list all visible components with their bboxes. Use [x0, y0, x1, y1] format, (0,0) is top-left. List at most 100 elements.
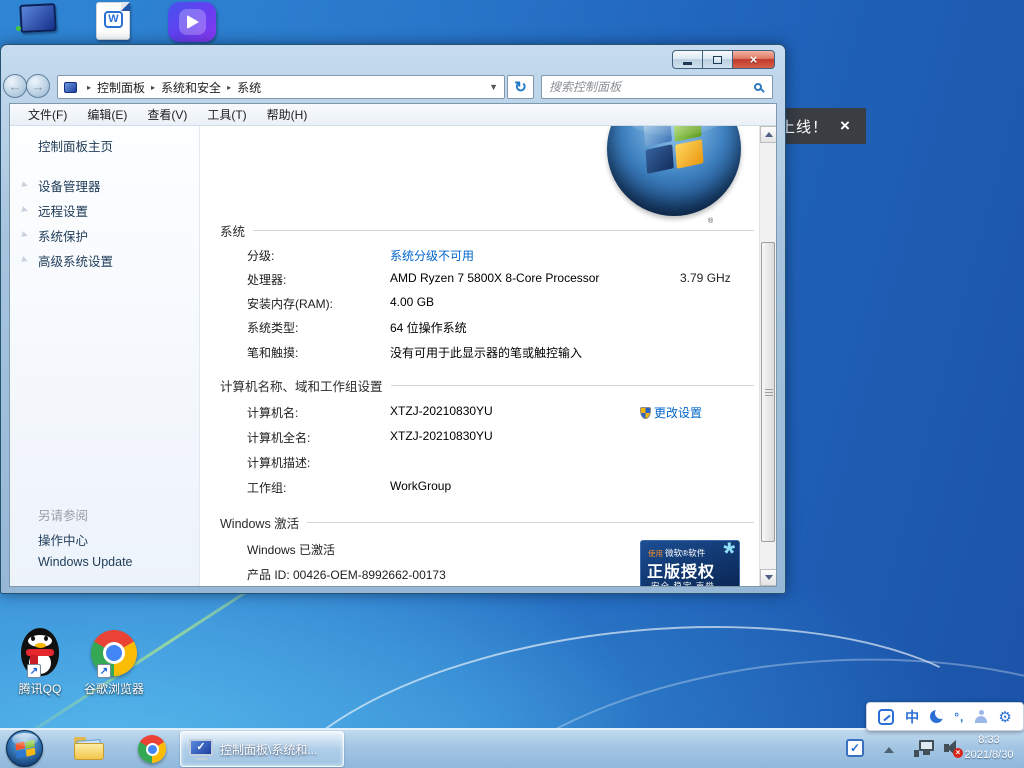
ime-status-icon[interactable] — [878, 709, 894, 725]
taskbar-chrome-button[interactable] — [138, 735, 166, 763]
computer-led — [16, 26, 21, 31]
see-also-header: 另请参阅 — [38, 505, 88, 524]
menu-help[interactable]: 帮助(H) — [257, 106, 318, 123]
icon-label: 谷歌浏览器 — [76, 680, 152, 697]
scroll-up-button[interactable] — [760, 126, 776, 143]
menu-view[interactable]: 查看(V) — [137, 106, 197, 123]
content-area: 控制面板主页 设备管理器 远程设置 系统保护 高级系统设置 另请参阅 操作中心 … — [10, 126, 776, 586]
restore-button[interactable] — [702, 50, 733, 69]
ostype-value: 64 位操作系统 — [390, 319, 467, 336]
menu-tools[interactable]: 工具(T) — [197, 106, 256, 123]
triangle-up-icon — [765, 132, 773, 137]
arrow-icon — [21, 181, 29, 189]
search-icon[interactable] — [754, 83, 762, 91]
chevron-down-icon[interactable]: ▼ — [489, 82, 498, 92]
forward-button[interactable]: → — [26, 74, 50, 98]
vertical-scrollbar[interactable] — [759, 126, 776, 586]
triangle-down-icon — [765, 575, 773, 580]
start-button[interactable] — [6, 730, 43, 767]
ime-chinese-mode[interactable]: 中 — [905, 707, 919, 727]
menu-edit[interactable]: 编辑(E) — [77, 106, 137, 123]
desktop-icon-document[interactable]: W — [96, 2, 130, 40]
section-title-text: Windows 激活 — [220, 513, 299, 532]
moon-icon[interactable] — [930, 710, 943, 723]
scroll-down-button[interactable] — [760, 569, 776, 586]
qq-beak — [35, 643, 46, 648]
breadcrumb-system[interactable]: 系统 — [237, 79, 261, 96]
taskbar-explorer-button[interactable] — [74, 737, 104, 760]
close-icon: × — [750, 52, 758, 67]
workgroup-value: WorkGroup — [390, 479, 451, 493]
badge-main-text: 正版授权 — [647, 558, 715, 582]
gear-icon[interactable]: ⚙ — [998, 708, 1011, 726]
ostype-label: 系统类型: — [247, 319, 298, 336]
menu-file[interactable]: 文件(F) — [18, 106, 77, 123]
network-tray-icon[interactable] — [914, 740, 934, 757]
desktop-icon-qq[interactable]: ↗ 腾讯QQ — [2, 628, 78, 697]
sidebar-item-system-protection[interactable]: 系统保护 — [38, 226, 88, 245]
close-button[interactable]: × — [732, 50, 775, 69]
arrow-icon — [21, 231, 29, 239]
sidebar-item-control-panel-home[interactable]: 控制面板主页 — [38, 136, 113, 155]
desktop-icon-video-player[interactable] — [168, 2, 216, 42]
arrow-icon — [21, 206, 29, 214]
clock-time: 8:33 — [958, 733, 1020, 748]
breadcrumb-control-panel[interactable]: 控制面板 — [97, 79, 145, 96]
desktop-icon-chrome[interactable]: ↗ 谷歌浏览器 — [76, 630, 152, 697]
cpu-speed: 3.79 GHz — [680, 271, 731, 285]
chrome-icon: ↗ — [91, 630, 137, 676]
monitor-stand — [923, 751, 930, 755]
thumb-grip — [765, 389, 773, 397]
star-icon: * — [723, 540, 735, 571]
user-icon[interactable] — [975, 710, 987, 723]
pen-label: 笔和触摸: — [247, 344, 298, 361]
system-info-pane: ® 系统 分级: 系统分级不可用 处理器: AMD Ryzen 7 5800X … — [200, 126, 759, 586]
search-input[interactable] — [542, 80, 754, 94]
taskbar-clock[interactable]: 8:33 2021/8/30 — [958, 733, 1020, 763]
ime-toolbar[interactable]: 中 °, ⚙ — [866, 702, 1024, 731]
navigation-bar: ← → ▸ 控制面板 ▸ 系统和安全 ▸ 系统 ▼ ↻ — [1, 71, 785, 103]
refresh-button[interactable]: ↻ — [507, 75, 534, 99]
sidebar-item-advanced-settings[interactable]: 高级系统设置 — [38, 251, 113, 270]
chevron-right-icon: ▸ — [151, 83, 155, 92]
search-box[interactable] — [541, 75, 773, 99]
icon-label: 腾讯QQ — [2, 680, 78, 697]
back-icon: ← — [9, 79, 22, 94]
genuine-software-badge[interactable]: 使用微软®软件 * 正版授权 安全 稳定 声誉 — [640, 540, 740, 586]
sidebar-item-device-manager[interactable]: 设备管理器 — [38, 176, 101, 195]
section-title-text: 计算机名称、域和工作组设置 — [220, 376, 383, 395]
arrow-icon — [21, 256, 29, 264]
system-window-icon: ✓ — [189, 739, 213, 760]
change-settings-text[interactable]: 更改设置 — [654, 406, 702, 420]
task-button-label: 控制面板\系统和... — [220, 741, 317, 758]
section-title-system: 系统 — [220, 221, 754, 240]
desktop-icon-computer[interactable] — [16, 4, 60, 40]
flag-pane — [645, 144, 673, 174]
minimize-button[interactable] — [672, 50, 703, 69]
cpu-label: 处理器: — [247, 271, 286, 288]
qq-eye — [44, 636, 48, 641]
breadcrumb-system-security[interactable]: 系统和安全 — [161, 79, 221, 96]
sidebar-item-windows-update[interactable]: Windows Update — [38, 555, 133, 569]
chrome-center — [106, 645, 122, 661]
desktop: W 新上线！ × × ← → ▸ 控制面板 ▸ 系统和安全 ▸ 系统 — [0, 0, 1024, 768]
uac-shield-icon — [640, 407, 651, 419]
scrollbar-thumb[interactable] — [761, 242, 775, 542]
chevron-right-icon: ▸ — [87, 83, 91, 92]
plug-glyph — [914, 750, 919, 757]
punctuation-icon[interactable]: °, — [954, 710, 964, 724]
computer-icon — [64, 82, 77, 93]
address-bar[interactable]: ▸ 控制面板 ▸ 系统和安全 ▸ 系统 ▼ — [57, 75, 505, 99]
change-settings-link[interactable]: 更改设置 — [640, 404, 702, 421]
sidebar-item-remote-settings[interactable]: 远程设置 — [38, 201, 88, 220]
close-icon[interactable]: × — [840, 116, 850, 136]
description-label: 计算机描述: — [247, 454, 310, 471]
rating-link[interactable]: 系统分级不可用 — [390, 247, 474, 264]
show-hidden-icons-arrow[interactable] — [884, 747, 894, 753]
back-button[interactable]: ← — [3, 74, 27, 98]
sidebar-item-action-center[interactable]: 操作中心 — [38, 530, 88, 549]
qq-eye — [31, 636, 35, 641]
workgroup-label: 工作组: — [247, 479, 286, 496]
tray-app-icon[interactable]: ✓ — [846, 739, 864, 757]
taskbar-active-task[interactable]: ✓ 控制面板\系统和... — [180, 731, 344, 767]
